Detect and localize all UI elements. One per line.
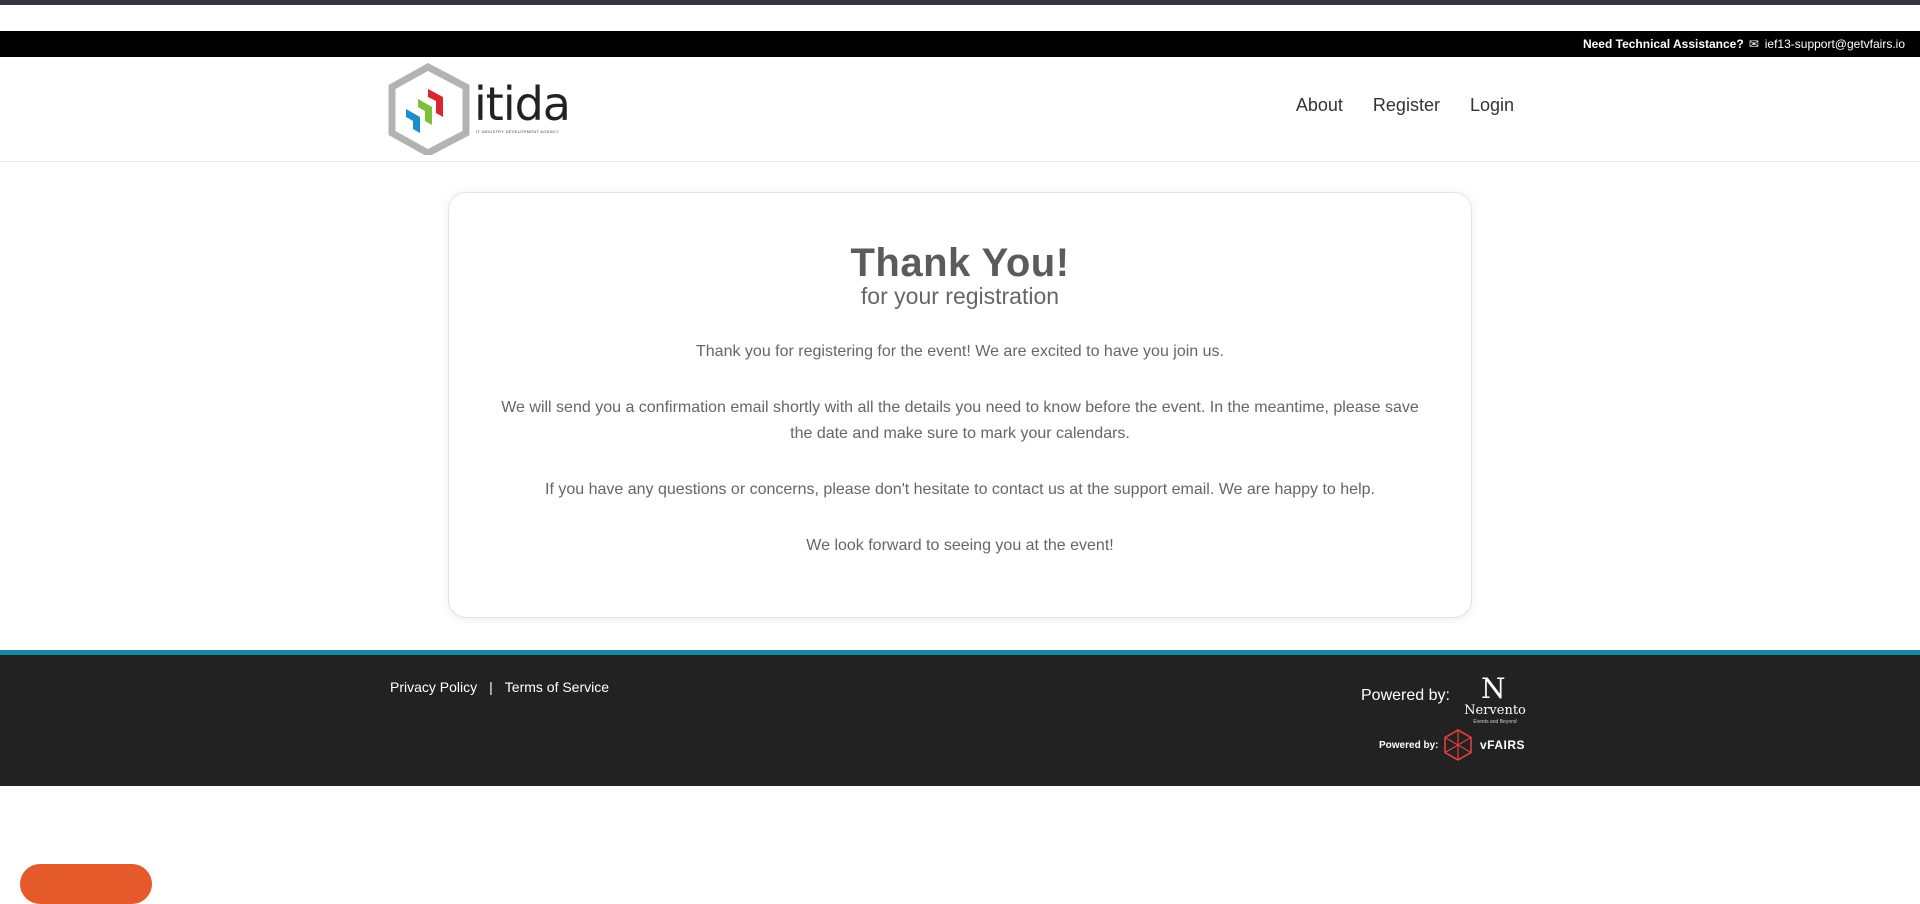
vfairs-wordmark[interactable]: vFAIRS [1480,738,1525,752]
footer-link-separator: | [489,679,493,695]
nav-about[interactable]: About [1296,95,1343,116]
browser-top-strip [0,0,1920,5]
terms-of-service-link[interactable]: Terms of Service [505,679,609,695]
thank-you-card: Thank You! for your registration Thank y… [448,192,1472,618]
site-footer: Privacy Policy | Terms of Service Powere… [0,655,1920,786]
itida-logo-icon [388,63,470,157]
message-paragraph: Thank you for registering for the event!… [696,343,1224,360]
nav-login[interactable]: Login [1470,95,1514,116]
support-label: Need Technical Assistance? [1582,37,1744,51]
logo-tagline: IT INDUSTRY DEVELOPMENT AGENCY [476,129,559,134]
nav-register[interactable]: Register [1373,95,1440,116]
privacy-policy-link[interactable]: Privacy Policy [390,679,477,695]
page-subtitle: for your registration [860,283,1060,309]
support-bar: Need Technical Assistance? ✉ ief13-suppo… [0,31,1920,57]
vfairs-icon[interactable] [1442,728,1474,762]
support-email-link[interactable]: ief13-support@getvfairs.io [1765,37,1905,51]
mail-icon: ✉ [1748,37,1759,51]
message-paragraph: We look forward to seeing you at the eve… [806,537,1114,554]
logo-wordmark: itida [474,77,571,131]
powered-by-vfairs-label: Powered by: [1379,740,1439,751]
itida-logo[interactable]: itida IT INDUSTRY DEVELOPMENT AGENCY [388,63,574,157]
nervento-tagline: Events and Beyond [1473,719,1517,725]
nervento-logo[interactable]: N Nervento Events and Beyond [1457,672,1533,726]
site-header: itida IT INDUSTRY DEVELOPMENT AGENCY Abo… [0,57,1920,162]
page-title: Thank You! [850,241,1070,285]
message-paragraph: If you have any questions or concerns, p… [545,481,1375,498]
main-nav: About Register Login [1296,95,1514,116]
nervento-name: Nervento [1464,703,1526,718]
powered-by-label: Powered by: [1361,687,1450,704]
chat-button[interactable] [20,864,152,904]
nervento-mark: N [1481,672,1506,705]
footer-links: Privacy Policy | Terms of Service [390,679,609,695]
message-paragraph: We will send you a confirmation email sh… [501,399,1419,442]
